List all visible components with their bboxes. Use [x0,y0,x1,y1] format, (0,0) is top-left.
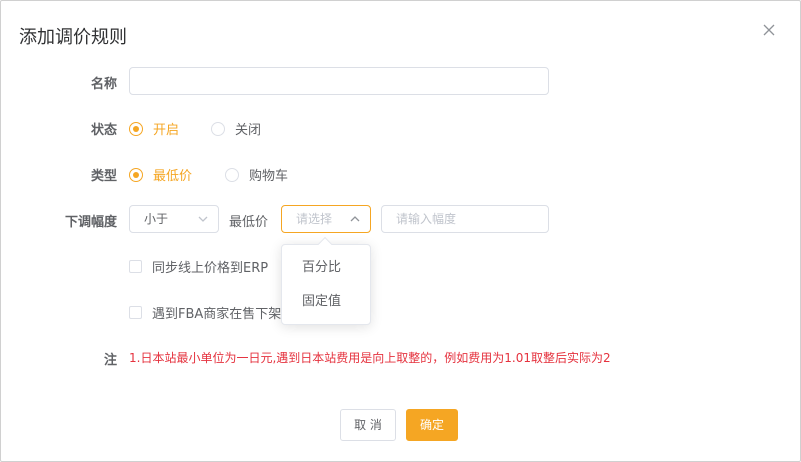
radio-unchecked-icon [211,121,225,136]
type-option-label: 购物车 [249,169,289,184]
type-option-label: 最低价 [153,169,193,184]
name-input[interactable] [129,67,549,95]
chevron-up-icon [350,216,360,222]
adjust-label: 下调幅度 [64,215,117,230]
amount-input[interactable]: 请输入幅度 [381,205,549,233]
radio-unchecked-icon [225,167,239,182]
status-option-label: 开启 [153,123,180,138]
add-price-rule-dialog: 添加调价规则 名称 状态 开启 关闭 类型 最低价 购物车 下调幅度 小于 最低… [0,0,801,462]
type-radio-lowest-price[interactable]: 最低价 [129,165,192,184]
checkbox-box [129,306,142,319]
type-radio-buy-box[interactable]: 购物车 [225,165,288,184]
note-label: 注 [103,353,117,368]
unit-placeholder: 请选择 [296,212,333,226]
checkbox-label: 遇到FBA商家在售下架 [152,307,282,322]
unit-dropdown: 百分比 固定值 [281,236,371,325]
chevron-down-icon [198,216,208,222]
fba-delist-checkbox[interactable]: 遇到FBA商家在售下架 [129,303,281,322]
type-label: 类型 [90,169,117,184]
radio-checked-icon [129,121,143,136]
name-label: 名称 [90,77,117,92]
comparator-select[interactable]: 小于 [129,205,219,233]
checkbox-label: 同步线上价格到ERP [152,261,269,276]
radio-checked-icon [129,167,143,182]
checkbox-box [129,260,142,273]
cancel-button[interactable]: 取 消 [340,409,396,441]
dialog-title: 添加调价规则 [19,27,127,48]
close-icon[interactable] [762,23,776,37]
note-text: 1.日本站最小单位为一日元,遇到日本站费用是向上取整的，例如费用为1.01取整后… [129,351,611,365]
status-radio-on[interactable]: 开启 [129,119,179,138]
confirm-button[interactable]: 确定 [406,409,458,441]
status-option-label: 关闭 [235,123,262,138]
unit-select[interactable]: 请选择 [281,205,371,233]
dropdown-option-percent[interactable]: 百分比 [282,257,370,291]
sync-price-checkbox[interactable]: 同步线上价格到ERP [129,257,268,276]
dropdown-option-fixed[interactable]: 固定值 [282,291,370,325]
status-label: 状态 [90,123,117,138]
amount-placeholder: 请输入幅度 [396,212,457,226]
dropdown-caret [317,236,333,252]
comparator-value: 小于 [144,212,169,226]
lowest-price-label: 最低价 [229,215,269,230]
status-radio-off[interactable]: 关闭 [211,119,261,138]
